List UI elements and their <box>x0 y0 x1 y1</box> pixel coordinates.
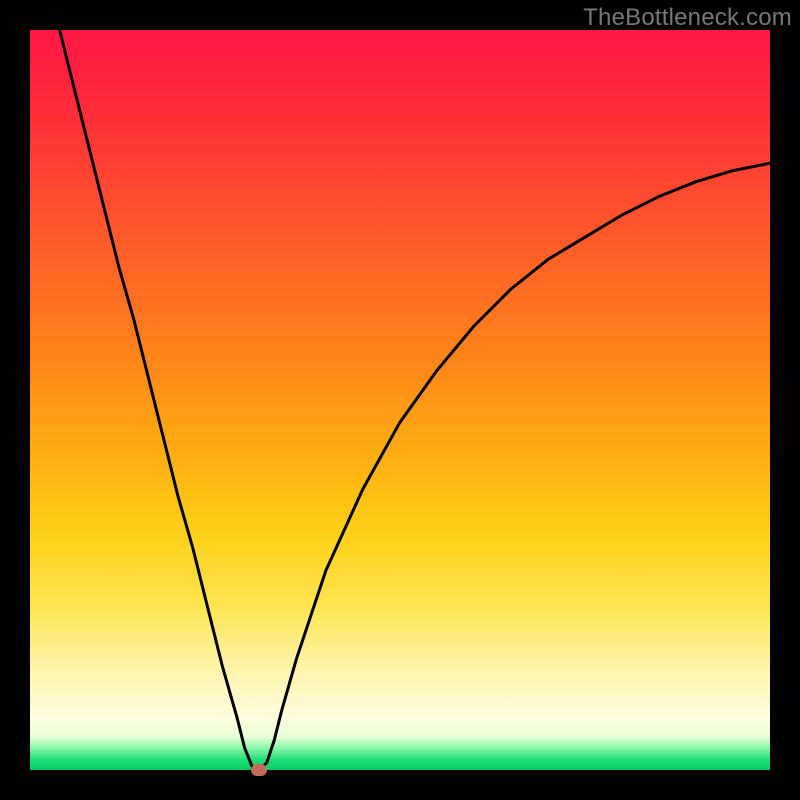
watermark-text: TheBottleneck.com <box>583 4 792 32</box>
min-marker <box>251 764 267 776</box>
chart-frame: TheBottleneck.com <box>0 0 800 800</box>
bottleneck-curve <box>30 30 770 770</box>
curve-path <box>60 30 770 770</box>
plot-area <box>30 30 770 770</box>
